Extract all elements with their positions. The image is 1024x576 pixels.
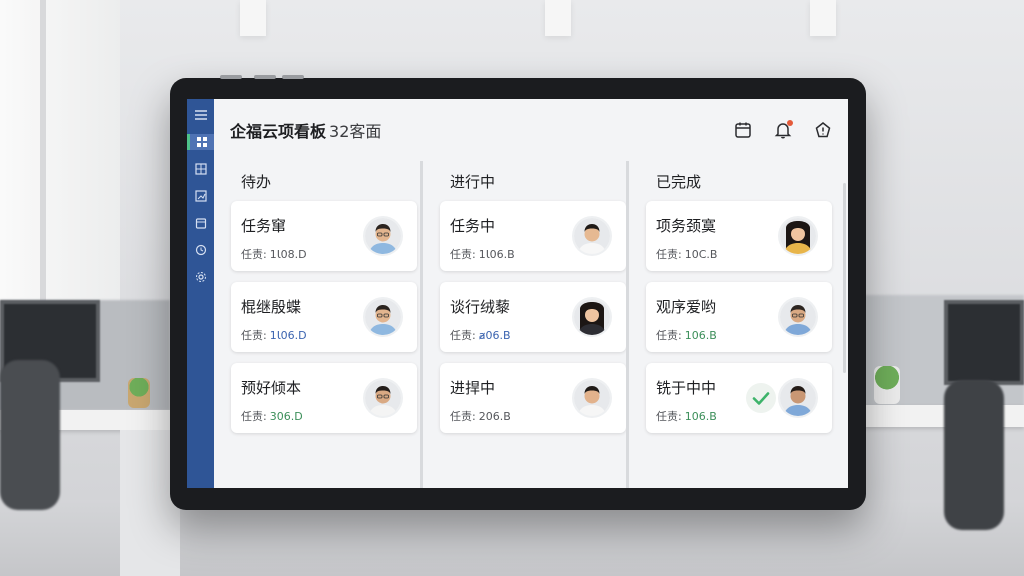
avatar[interactable] <box>780 299 816 335</box>
chart-icon[interactable] <box>193 188 209 204</box>
backdrop-ceiling-light <box>810 0 836 36</box>
backdrop-monitor <box>944 300 1024 385</box>
avatar[interactable] <box>780 380 816 416</box>
backdrop-ceiling-light <box>240 0 266 36</box>
backdrop-chair <box>0 360 60 510</box>
menu-icon[interactable] <box>193 107 209 123</box>
task-meta-value: 1Ɩ08.D <box>269 248 307 261</box>
tablet-screen: 企福云项看板 32客面 待办 任务窜 任责: 1Ɩ08.D 棍继殷蝶 任责: 1… <box>187 99 848 488</box>
backdrop-chair <box>944 380 1004 530</box>
backdrop-plant <box>128 378 150 408</box>
backdrop-plant <box>874 366 900 404</box>
tablet-hardware-button <box>254 75 276 79</box>
task-card[interactable]: 谈行绒藜 任责: ⱥ06.B <box>440 282 626 352</box>
task-card[interactable]: 任务窜 任责: 1Ɩ08.D <box>231 201 417 271</box>
avatar[interactable] <box>780 218 816 254</box>
task-meta-label: 任责: <box>450 248 476 261</box>
task-meta-label: 任责: <box>241 248 267 261</box>
top-actions <box>734 120 832 139</box>
avatar[interactable] <box>574 299 610 335</box>
task-meta-label: 任责: <box>656 248 682 261</box>
task-meta-label: 任责: <box>656 329 682 342</box>
task-meta-value: 106.B <box>684 410 717 423</box>
avatar[interactable] <box>365 299 401 335</box>
task-card[interactable]: 棍继殷蝶 任责: 1Ɩ06.D <box>231 282 417 352</box>
column-done: 已完成 项务颈寞 任责: 10C.B 观序爱哟 任责: 106.B 铣于中中 任… <box>626 161 832 488</box>
main-content: 企福云项看板 32客面 待办 任务窜 任责: 1Ɩ08.D 棍继殷蝶 任责: 1… <box>214 99 848 488</box>
task-card[interactable]: 观序爱哟 任责: 106.B <box>646 282 832 352</box>
avatar[interactable] <box>365 218 401 254</box>
column-title: 进行中 <box>450 172 496 191</box>
column-todo: 待办 任务窜 任责: 1Ɩ08.D 棍继殷蝶 任责: 1Ɩ06.D 预好倾本 任… <box>214 161 420 488</box>
task-meta-value: 106.B <box>684 329 717 342</box>
calendar-icon[interactable] <box>193 215 209 231</box>
task-meta-label: 任责: <box>241 410 267 423</box>
scrollbar[interactable] <box>843 183 846 373</box>
task-meta-value: 10C.B <box>684 248 718 261</box>
sidebar <box>187 99 214 488</box>
top-bar: 企福云项看板 32客面 <box>214 99 848 161</box>
dashboard-icon[interactable] <box>187 134 214 150</box>
task-meta-value: 306.D <box>269 410 303 423</box>
task-meta-label: 任责: <box>241 329 267 342</box>
alert-icon[interactable] <box>814 121 832 139</box>
tablet-hardware-button <box>282 75 304 79</box>
task-card[interactable]: 进捍中 任责: 206.B <box>440 363 626 433</box>
kanban-board: 待办 任务窜 任责: 1Ɩ08.D 棍继殷蝶 任责: 1Ɩ06.D 预好倾本 任… <box>214 161 838 488</box>
backdrop-window <box>0 0 120 330</box>
column-title: 已完成 <box>656 172 702 191</box>
app-subtitle: 32客面 <box>329 122 382 141</box>
column-in-progress: 进行中 任务中 任责: 1Ɩ06.B 谈行绒藜 任责: ⱥ06.B 进捍中 任责… <box>420 161 626 488</box>
avatar[interactable] <box>574 380 610 416</box>
task-meta-value: ⱥ06.B <box>478 329 511 342</box>
settings-icon[interactable] <box>193 269 209 285</box>
notification-dot <box>787 120 793 126</box>
tablet-device: 企福云项看板 32客面 待办 任务窜 任责: 1Ɩ08.D 棍继殷蝶 任责: 1… <box>170 75 866 510</box>
task-meta-label: 任责: <box>450 329 476 342</box>
task-meta-value: 1Ɩ06.B <box>478 248 515 261</box>
page-title: 企福云项看板 32客面 <box>230 118 381 142</box>
bell-icon[interactable] <box>774 120 793 139</box>
task-card[interactable]: 任务中 任责: 1Ɩ06.B <box>440 201 626 271</box>
board-icon[interactable] <box>193 161 209 177</box>
app-title-text: 企福云项看板 <box>230 122 327 141</box>
task-meta-label: 任责: <box>656 410 682 423</box>
tablet-hardware-button <box>220 75 242 79</box>
task-card[interactable]: 预好倾本 任责: 306.D <box>231 363 417 433</box>
task-card[interactable]: 铣于中中 任责: 106.B <box>646 363 832 433</box>
check-icon[interactable] <box>746 383 776 413</box>
column-title: 待办 <box>241 172 272 191</box>
task-meta-value: 206.B <box>478 410 511 423</box>
avatar[interactable] <box>574 218 610 254</box>
task-meta-value: 1Ɩ06.D <box>269 329 307 342</box>
task-card[interactable]: 项务颈寞 任责: 10C.B <box>646 201 832 271</box>
clock-icon[interactable] <box>193 242 209 258</box>
backdrop-ceiling-light <box>545 0 571 36</box>
task-meta-label: 任责: <box>450 410 476 423</box>
avatar[interactable] <box>365 380 401 416</box>
calendar-icon[interactable] <box>734 121 752 139</box>
